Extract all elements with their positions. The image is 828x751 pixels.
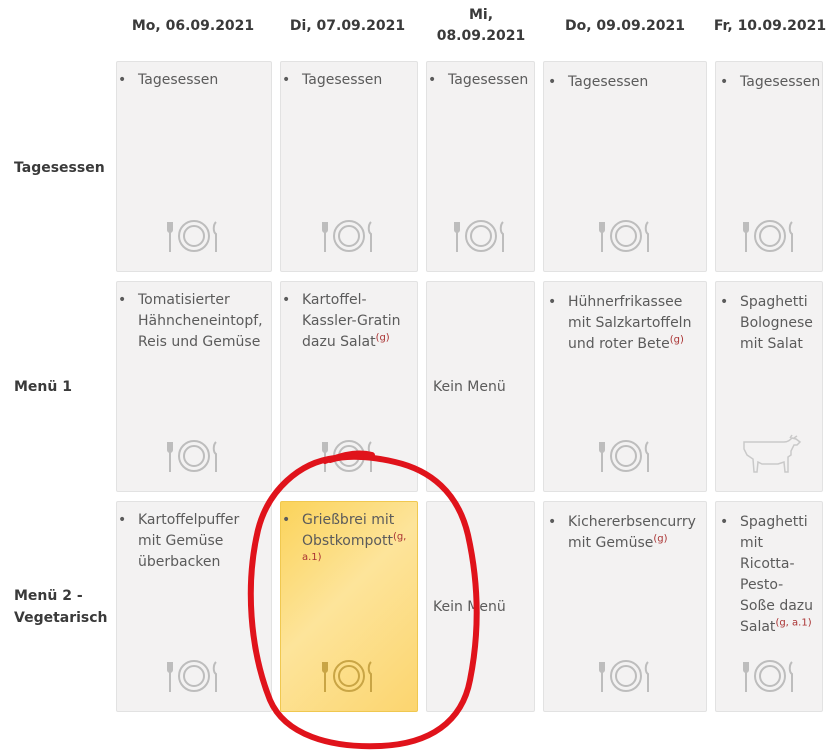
menu-item-line: mit (740, 535, 764, 551)
menu-item-text: Grießbrei mit Obstkompott(g, a.1) (282, 510, 406, 564)
allergen-note-cont: a.1) (302, 552, 322, 563)
plate-cutlery-icon (322, 220, 372, 252)
menu-item-line-text: mit Gemüse (568, 535, 654, 551)
cell-menu1-mi[interactable]: Kein Menü (426, 281, 535, 492)
menu-item-line: dazu Salat(g) (302, 332, 400, 353)
cell-menu1-mo[interactable]: Tomatisierter Hähncheneintopf, Reis und … (116, 281, 272, 492)
menu-item-line: Spaghetti (740, 294, 808, 310)
menu-item-text: Tagesessen (548, 72, 648, 93)
plate-cutlery-icon (167, 440, 217, 472)
menu-item-text: Kichererbsencurry mit Gemüse(g) (548, 512, 696, 554)
menu-item-text: Spaghetti Bolognese mit Salat (720, 292, 813, 355)
day-header-do: Do, 09.09.2021 (565, 18, 685, 34)
allergen-note: (g) (375, 332, 390, 344)
day-header-di: Di, 07.09.2021 (289, 18, 406, 34)
menu-item-line-text: Obstkompott (302, 533, 393, 549)
plate-cutlery-icon (599, 220, 649, 252)
no-menu-text: Kein Menü (433, 599, 506, 615)
menu-item-line-text: dazu Salat (302, 334, 376, 350)
menu-item-line: Reis und Gemüse (138, 334, 261, 350)
menu-item-text: Kartoffel- Kassler-Gratin dazu Salat(g) (282, 290, 401, 353)
plate-cutlery-icon (167, 220, 217, 252)
menu-item-line: Bolognese (740, 315, 813, 331)
menu-item-line: mit Gemüse(g) (568, 533, 696, 554)
cell-tagesessen-fr[interactable]: Tagesessen (715, 61, 823, 272)
menu-item-text: Tagesessen (282, 70, 382, 91)
cell-menu2-fr[interactable]: Spaghetti mit Ricotta- Pesto- Soße dazu … (715, 501, 823, 712)
cell-menu2-mo[interactable]: Kartoffelpuffer mit Gemüse überbacken (116, 501, 272, 712)
cell-menu2-do[interactable]: Kichererbsencurry mit Gemüse(g) (543, 501, 707, 712)
menu-item-line: Soße dazu (740, 598, 814, 614)
menu-item-line: Kartoffel- (302, 292, 367, 308)
row-label-tagesessen: Tagesessen (14, 160, 105, 176)
plate-cutlery-icon (322, 660, 372, 692)
menu-item-line-text: Salat (740, 619, 776, 635)
row-label-menu1: Menü 1 (14, 379, 72, 395)
plate-cutlery-icon (454, 220, 504, 252)
menu-item-text: Tagesessen (428, 70, 528, 91)
cell-tagesessen-mi[interactable]: Tagesessen (426, 61, 535, 272)
allergen-note: (g) (653, 533, 668, 545)
menu-item-line: Spaghetti (740, 514, 808, 530)
menu-item-line: Pesto- (740, 577, 784, 593)
plate-cutlery-icon (599, 440, 649, 472)
menu-item-line: überbacken (138, 554, 221, 570)
menu-item-text: Hühnerfrikassee mit Salzkartoffeln und r… (548, 292, 692, 355)
menu-item-line: Grießbrei mit (302, 512, 395, 528)
cell-menu1-do[interactable]: Hühnerfrikassee mit Salzkartoffeln und r… (543, 281, 707, 492)
menu-item-line: Hähncheneintopf, (138, 313, 263, 329)
menu-item-line: Tomatisierter (138, 292, 230, 308)
menu-item-line: Kichererbsencurry (568, 514, 696, 530)
plate-cutlery-icon (322, 440, 372, 472)
plate-cutlery-icon (167, 660, 217, 692)
day-header-fr: Fr, 10.09.2021 (713, 18, 827, 34)
menu-item-line: Kassler-Gratin (302, 313, 401, 329)
plate-cutlery-icon (743, 660, 793, 692)
row-label-menu2-line1: Menü 2 - (14, 588, 83, 604)
menu-item-text: Spaghetti mit Ricotta- Pesto- Soße dazu … (720, 512, 814, 638)
menu-item-line: Ricotta- (740, 556, 795, 572)
day-header-mi: Mi, 08.09.2021 (425, 5, 537, 47)
cell-menu1-di[interactable]: Kartoffel- Kassler-Gratin dazu Salat(g) (280, 281, 418, 492)
menu-item-line: Hühnerfrikassee (568, 294, 683, 310)
day-header-mo: Mo, 06.09.2021 (131, 18, 255, 34)
cell-tagesessen-di[interactable]: Tagesessen (280, 61, 418, 272)
menu-item-line: mit Gemüse (138, 533, 224, 549)
cell-tagesessen-mo[interactable]: Tagesessen (116, 61, 272, 272)
menu-item-text: Tagesessen (720, 72, 820, 93)
menu-item-text: Kartoffelpuffer mit Gemüse überbacken (118, 510, 240, 573)
allergen-note: (g) (669, 334, 684, 346)
menu-item-line: Salat(g, a.1) (740, 617, 813, 638)
menu-item-line: Kartoffelpuffer (138, 512, 240, 528)
menu-item-line-text: und roter Bete (568, 336, 670, 352)
cell-tagesessen-do[interactable]: Tagesessen (543, 61, 707, 272)
no-menu-text: Kein Menü (433, 379, 506, 395)
cell-menu1-fr[interactable]: Spaghetti Bolognese mit Salat (715, 281, 823, 492)
day-header-mi-line1: Mi, (468, 7, 494, 23)
menu-item-line: mit Salat (740, 336, 803, 352)
day-header-mi-line2: 08.09.2021 (436, 28, 526, 44)
menu-item-line: Obstkompott(g, (302, 531, 406, 552)
row-label-menu2-line2: Vegetarisch (14, 610, 108, 626)
row-label-menu2: Menü 2 - Vegetarisch (14, 585, 108, 629)
cow-icon (743, 434, 802, 473)
allergen-note: (g, a.1) (775, 617, 812, 629)
plate-cutlery-icon (599, 660, 649, 692)
allergen-note: (g, (392, 531, 407, 543)
plate-cutlery-icon (743, 220, 793, 252)
menu-item-text: Tomatisierter Hähncheneintopf, Reis und … (118, 290, 263, 353)
cell-menu2-di-selected[interactable]: Grießbrei mit Obstkompott(g, a.1) (280, 501, 418, 712)
menu-item-text: Tagesessen (118, 70, 218, 91)
menu-item-line: und roter Bete(g) (568, 334, 691, 355)
menu-item-line: mit Salzkartoffeln (568, 315, 692, 331)
cell-menu2-mi[interactable]: Kein Menü (426, 501, 535, 712)
